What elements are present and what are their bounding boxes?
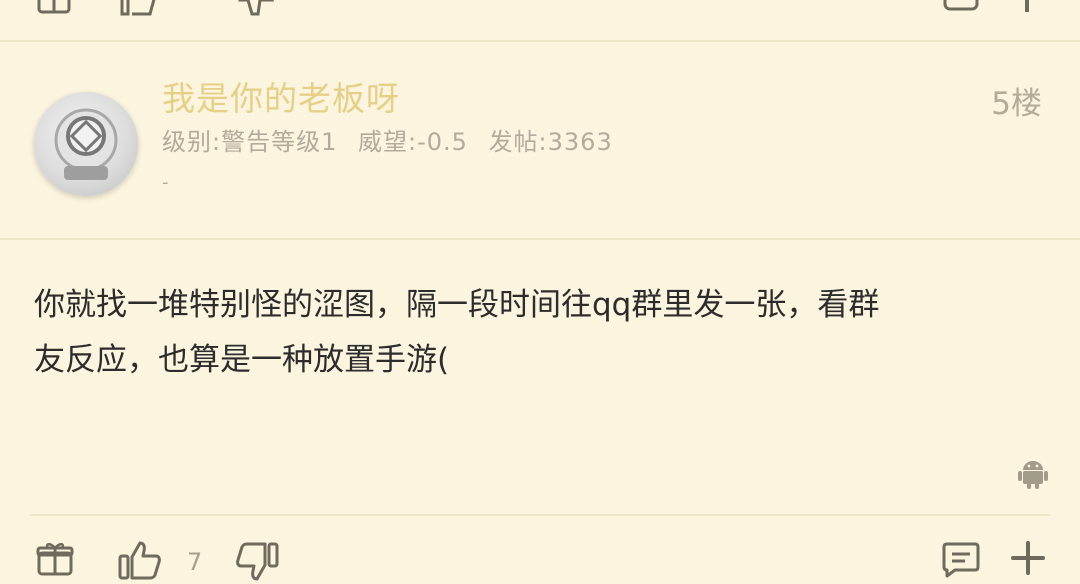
plus-icon[interactable]	[1010, 0, 1044, 14]
user-signature: -	[162, 172, 169, 193]
user-meta: 级别:警告等级1 威望:-0.5 发帖:3363	[162, 122, 625, 157]
thumbs-up-icon[interactable]	[118, 540, 162, 580]
author-name[interactable]: 我是你的老板呀	[162, 72, 400, 120]
divider	[30, 514, 1050, 516]
floor-number: 5楼	[991, 86, 1042, 122]
gift-icon[interactable]	[36, 541, 74, 577]
comment-icon[interactable]	[942, 0, 980, 16]
post-content: 你就找一堆特别怪的涩图，隔一段时间往qq群里发一张，看群 友反应，也算是一种放置…	[34, 278, 1044, 388]
previous-post-action-bar	[0, 0, 1080, 40]
avatar[interactable]	[34, 92, 138, 196]
comment-icon[interactable]	[941, 541, 981, 579]
gift-icon[interactable]	[36, 0, 72, 14]
user-post-count: 发帖:3363	[488, 128, 613, 156]
thumbs-up-icon[interactable]	[118, 0, 160, 18]
divider	[0, 238, 1080, 240]
user-prestige: 威望:-0.5	[358, 128, 468, 156]
user-level: 级别:警告等级1	[162, 128, 338, 156]
android-icon	[1018, 461, 1048, 489]
post-content-line: 友反应，也算是一种放置手游(	[34, 342, 450, 378]
diving-helmet-avatar-icon	[54, 108, 118, 180]
post-content-line: 你就找一堆特别怪的涩图，隔一段时间往qq群里发一张，看群	[34, 287, 880, 323]
thumbs-down-icon[interactable]	[236, 0, 276, 18]
like-count: 7	[187, 548, 203, 576]
divider	[0, 40, 1080, 42]
thumbs-down-icon[interactable]	[235, 542, 279, 582]
plus-icon[interactable]	[1010, 540, 1046, 576]
